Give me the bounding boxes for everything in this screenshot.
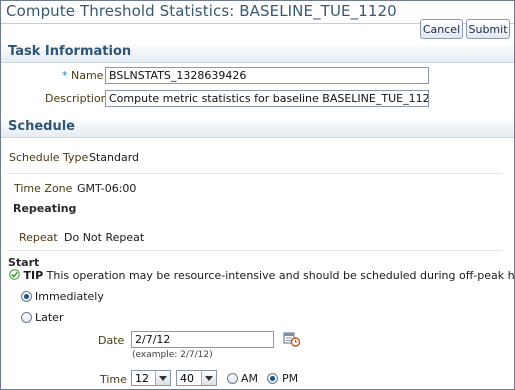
chevron-down-icon xyxy=(155,371,170,385)
calendar-clock-icon[interactable] xyxy=(283,331,301,347)
pm-label[interactable]: PM xyxy=(282,372,298,385)
date-label: Date xyxy=(98,334,125,347)
am-label[interactable]: AM xyxy=(241,372,258,385)
name-label-text: Name xyxy=(71,69,104,82)
check-icon xyxy=(9,269,20,280)
start-header: Start xyxy=(8,256,40,269)
name-label: * Name xyxy=(62,69,103,82)
divider xyxy=(7,173,502,174)
page-title: Compute Threshold Statistics: BASELINE_T… xyxy=(6,2,397,20)
time-label: Time xyxy=(100,373,127,386)
task-information-title: Task Information xyxy=(8,44,132,59)
date-input[interactable]: 2/7/12 xyxy=(131,331,274,348)
radio-selected-dot xyxy=(24,294,29,299)
tip-message: TIP This operation may be resource-inten… xyxy=(9,269,515,282)
chevron-down-icon xyxy=(201,371,216,385)
description-input[interactable]: Compute metric statistics for baseline B… xyxy=(105,90,429,107)
dialog-frame: Compute Threshold Statistics: BASELINE_T… xyxy=(0,0,515,390)
tip-label: TIP xyxy=(23,269,44,282)
date-example-hint: (example: 2/7/12) xyxy=(132,350,213,360)
schedule-type-label: Schedule Type xyxy=(9,151,89,164)
pm-radio[interactable] xyxy=(267,373,278,384)
later-radio[interactable] xyxy=(21,312,32,323)
submit-button[interactable]: Submit xyxy=(466,19,510,39)
am-radio[interactable] xyxy=(227,373,238,384)
immediately-label[interactable]: Immediately xyxy=(35,290,104,303)
hour-select[interactable]: 12 xyxy=(131,370,171,386)
immediately-radio[interactable] xyxy=(21,291,32,302)
repeat-label: Repeat xyxy=(19,231,58,244)
cancel-button[interactable]: Cancel xyxy=(420,19,463,39)
time-zone-value: GMT-06:00 xyxy=(77,182,137,195)
schedule-type-value: Standard xyxy=(89,151,140,164)
schedule-header: Schedule xyxy=(1,118,514,138)
repeating-header: Repeating xyxy=(13,202,77,215)
divider xyxy=(7,250,502,251)
task-information-header: Task Information xyxy=(1,43,514,63)
time-zone-label: Time Zone xyxy=(14,182,73,195)
name-input[interactable]: BSLNSTATS_1328639426 xyxy=(105,67,429,84)
repeat-value: Do Not Repeat xyxy=(64,231,145,244)
tip-text: This operation may be resource-intensive… xyxy=(46,269,515,282)
hour-value: 12 xyxy=(135,372,149,385)
radio-selected-dot xyxy=(270,376,275,381)
later-label[interactable]: Later xyxy=(35,311,63,324)
required-indicator: * xyxy=(62,69,68,82)
description-label: Description xyxy=(45,92,108,105)
minute-value: 40 xyxy=(180,372,194,385)
minute-select[interactable]: 40 xyxy=(176,370,217,386)
schedule-title: Schedule xyxy=(8,119,75,134)
